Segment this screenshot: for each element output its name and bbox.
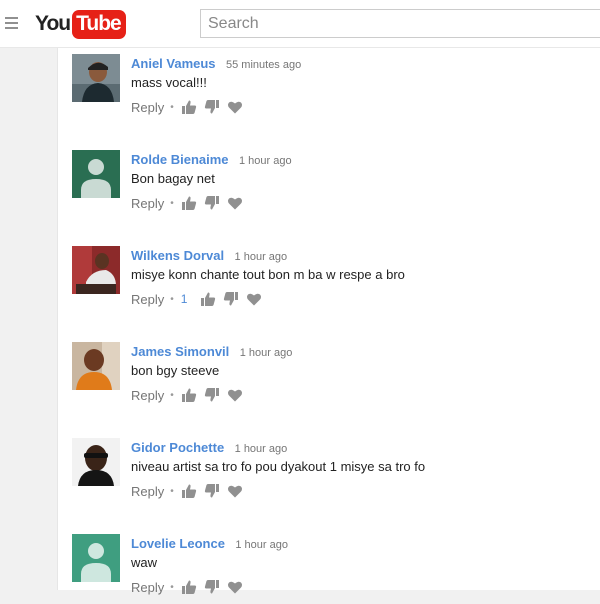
comment-item: Lovelie Leonce 1 hour ago waw Reply • — [72, 534, 592, 604]
heart-icon[interactable] — [227, 387, 243, 403]
comment-author[interactable]: Wilkens Dorval — [131, 248, 224, 263]
comment-author[interactable]: Rolde Bienaime — [131, 152, 229, 167]
thumbs-down-icon[interactable] — [204, 483, 220, 499]
search-input[interactable] — [200, 9, 600, 38]
heart-icon[interactable] — [227, 483, 243, 499]
comment-time[interactable]: 1 hour ago — [240, 347, 293, 359]
comment-actions: Reply • — [131, 195, 250, 211]
thumbs-up-icon[interactable] — [200, 291, 216, 307]
comment-item: Wilkens Dorval 1 hour ago misye konn cha… — [72, 246, 592, 316]
comment-time[interactable]: 1 hour ago — [235, 443, 288, 455]
comment-author[interactable]: Lovelie Leonce — [131, 536, 225, 551]
comment-text: waw — [131, 555, 158, 570]
heart-icon[interactable] — [227, 195, 243, 211]
separator-dot: • — [170, 101, 174, 113]
comment-author[interactable]: Aniel Vameus — [131, 56, 216, 71]
thumbs-up-icon[interactable] — [181, 579, 197, 595]
reply-button[interactable]: Reply — [131, 580, 164, 595]
comment-time[interactable]: 1 hour ago — [239, 155, 292, 167]
thumbs-down-icon[interactable] — [204, 195, 220, 211]
reply-button[interactable]: Reply — [131, 484, 164, 499]
comment-author[interactable]: James Simonvil — [131, 344, 229, 359]
comment-text: bon bgy steeve — [131, 363, 220, 378]
thumbs-down-icon[interactable] — [204, 99, 220, 115]
comment-time[interactable]: 55 minutes ago — [226, 59, 301, 71]
comments-panel: Aniel Vameus 55 minutes ago mass vocal!!… — [57, 48, 600, 595]
comment-time[interactable]: 1 hour ago — [235, 539, 288, 551]
avatar[interactable] — [72, 246, 120, 294]
reply-button[interactable]: Reply — [131, 388, 164, 403]
comment-actions: Reply • — [131, 387, 250, 403]
like-count: 1 — [180, 292, 188, 306]
thumbs-up-icon[interactable] — [181, 195, 197, 211]
avatar[interactable] — [72, 342, 120, 390]
comment-item: Aniel Vameus 55 minutes ago mass vocal!!… — [72, 54, 592, 124]
comment-text: misye konn chante tout bon m ba w respe … — [131, 267, 405, 282]
avatar[interactable] — [72, 534, 120, 582]
comment-text: Bon bagay net — [131, 171, 215, 186]
thumbs-up-icon[interactable] — [181, 99, 197, 115]
comment-text: mass vocal!!! — [131, 75, 207, 90]
menu-icon[interactable] — [5, 17, 18, 29]
avatar[interactable] — [72, 438, 120, 486]
thumbs-up-icon[interactable] — [181, 387, 197, 403]
logo-tube-text: Tube — [72, 9, 126, 39]
separator-dot: • — [170, 581, 174, 593]
comment-item: Gidor Pochette 1 hour ago niveau artist … — [72, 438, 592, 508]
logo-you-text: You — [35, 12, 71, 35]
comment-item: James Simonvil 1 hour ago bon bgy steeve… — [72, 342, 592, 412]
comment-item: Rolde Bienaime 1 hour ago Bon bagay net … — [72, 150, 592, 220]
heart-icon[interactable] — [227, 99, 243, 115]
comment-actions: Reply • — [131, 483, 250, 499]
thumbs-up-icon[interactable] — [181, 483, 197, 499]
separator-dot: • — [170, 389, 174, 401]
thumbs-down-icon[interactable] — [204, 387, 220, 403]
avatar[interactable] — [72, 150, 120, 198]
reply-button[interactable]: Reply — [131, 100, 164, 115]
separator-dot: • — [170, 293, 174, 305]
youtube-logo[interactable]: You Tube — [35, 9, 126, 39]
comment-actions: Reply • — [131, 579, 250, 595]
avatar[interactable] — [72, 54, 120, 102]
comment-actions: Reply • 1 — [131, 291, 269, 307]
heart-icon[interactable] — [246, 291, 262, 307]
comment-author[interactable]: Gidor Pochette — [131, 440, 224, 455]
reply-button[interactable]: Reply — [131, 196, 164, 211]
comment-text: niveau artist sa tro fo pou dyakout 1 mi… — [131, 459, 426, 474]
thumbs-down-icon[interactable] — [204, 579, 220, 595]
comment-actions: Reply • — [131, 99, 250, 115]
thumbs-down-icon[interactable] — [223, 291, 239, 307]
reply-button[interactable]: Reply — [131, 292, 164, 307]
separator-dot: • — [170, 485, 174, 497]
comment-time[interactable]: 1 hour ago — [235, 251, 288, 263]
separator-dot: • — [170, 197, 174, 209]
masthead: You Tube — [0, 0, 600, 48]
heart-icon[interactable] — [227, 579, 243, 595]
